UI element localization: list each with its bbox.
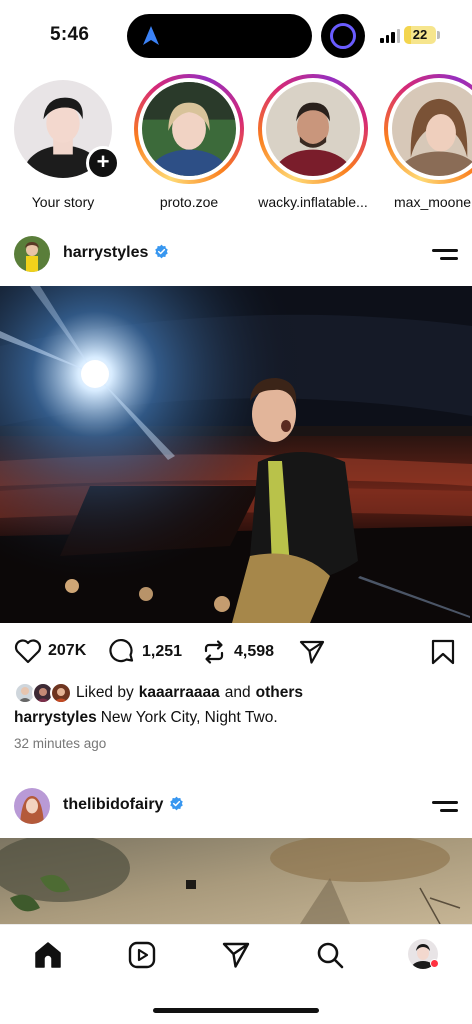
search-icon: [317, 942, 344, 969]
caption-text: New York City, Night Two.: [100, 709, 278, 726]
liked-by-user[interactable]: kaaarraaaa: [139, 684, 220, 702]
story-ring: [134, 74, 244, 184]
save-button[interactable]: [430, 638, 456, 666]
story-wacky-inflatable[interactable]: wacky.inflatable...: [258, 74, 368, 210]
username-text: thelibidofairy: [63, 796, 164, 813]
username-text: harrystyles: [63, 244, 149, 261]
navigation-arrow-icon: [143, 26, 159, 45]
post-author-name[interactable]: thelibidofairy: [63, 796, 184, 814]
more-options-icon[interactable]: [432, 246, 458, 262]
reposts-count: 4,598: [234, 643, 275, 660]
story-proto-zoe[interactable]: proto.zoe: [134, 74, 244, 210]
avatar: [266, 82, 360, 176]
story-name: proto.zoe: [159, 194, 219, 210]
share-button[interactable]: [298, 638, 326, 666]
avatar: [392, 82, 472, 176]
home-indicator[interactable]: [153, 1008, 319, 1013]
story-ring: [384, 74, 472, 184]
comment-button[interactable]: 1,251: [108, 638, 182, 666]
story-max-moone[interactable]: max_moone: [384, 74, 472, 210]
story-name: max_moone: [394, 194, 472, 210]
profile-tab[interactable]: [408, 939, 440, 971]
notification-dot: [430, 959, 439, 968]
like-button[interactable]: 207K: [14, 638, 86, 664]
post-author-avatar[interactable]: [14, 788, 50, 824]
liked-by-others[interactable]: others: [256, 684, 303, 702]
post-actions: 207K 1,251 4,598: [0, 632, 472, 672]
battery-tip: [437, 31, 440, 39]
send-icon: [299, 640, 325, 664]
home-tab[interactable]: [32, 939, 64, 971]
likes-count: 207K: [48, 642, 87, 659]
home-icon: [35, 942, 61, 968]
comment-icon: [109, 638, 134, 663]
story-your-story[interactable]: + Your story: [8, 74, 120, 210]
avatar: [142, 82, 236, 176]
caption-username[interactable]: harrystyles: [14, 709, 97, 726]
story-name: wacky.inflatable...: [258, 194, 368, 210]
battery-percentage: 22: [412, 27, 428, 42]
post-author-name[interactable]: harrystyles: [63, 244, 169, 262]
search-tab[interactable]: [314, 939, 346, 971]
repost-icon: [204, 640, 224, 664]
story-name: Your story: [31, 194, 95, 210]
bookmark-icon: [431, 639, 455, 665]
liked-by-avatars: [14, 682, 76, 704]
dynamic-island[interactable]: [127, 14, 312, 58]
comments-count: 1,251: [142, 643, 183, 660]
status-bar: 5:46 22: [0, 0, 472, 66]
post-caption: harrystyles New York City, Night Two.: [14, 709, 278, 727]
liked-by-and: and: [224, 684, 251, 701]
story-ring: [258, 74, 368, 184]
liked-by-row[interactable]: Liked by kaaarraaaa and others: [14, 682, 303, 704]
heart-icon: [14, 639, 42, 664]
reels-tab[interactable]: [126, 939, 158, 971]
stories-tray: + Your story proto.zoe wacky.inflatable.…: [0, 74, 472, 214]
activity-ring-icon: [330, 23, 356, 49]
avatar: [50, 682, 72, 704]
reels-icon: [128, 941, 156, 969]
dynamic-island-activity[interactable]: [321, 14, 365, 58]
post-author-avatar[interactable]: [14, 236, 50, 272]
post-image[interactable]: [0, 286, 472, 623]
messages-tab[interactable]: [220, 939, 252, 971]
post-header: thelibidofairy: [0, 772, 472, 838]
repost-button[interactable]: 4,598: [200, 638, 274, 666]
verified-badge-icon: [155, 244, 169, 259]
battery-icon: 22: [404, 26, 436, 44]
status-time: 5:46: [50, 24, 90, 45]
liked-by-prefix: Liked by: [76, 684, 134, 701]
add-story-button[interactable]: +: [86, 146, 120, 180]
verified-badge-icon: [170, 796, 184, 811]
post-timestamp: 32 minutes ago: [14, 736, 107, 751]
more-options-icon[interactable]: [432, 798, 458, 814]
send-icon: [222, 942, 250, 968]
post-image[interactable]: [0, 838, 472, 924]
post-header: harrystyles: [0, 220, 472, 286]
cellular-signal-icon: [380, 29, 400, 43]
